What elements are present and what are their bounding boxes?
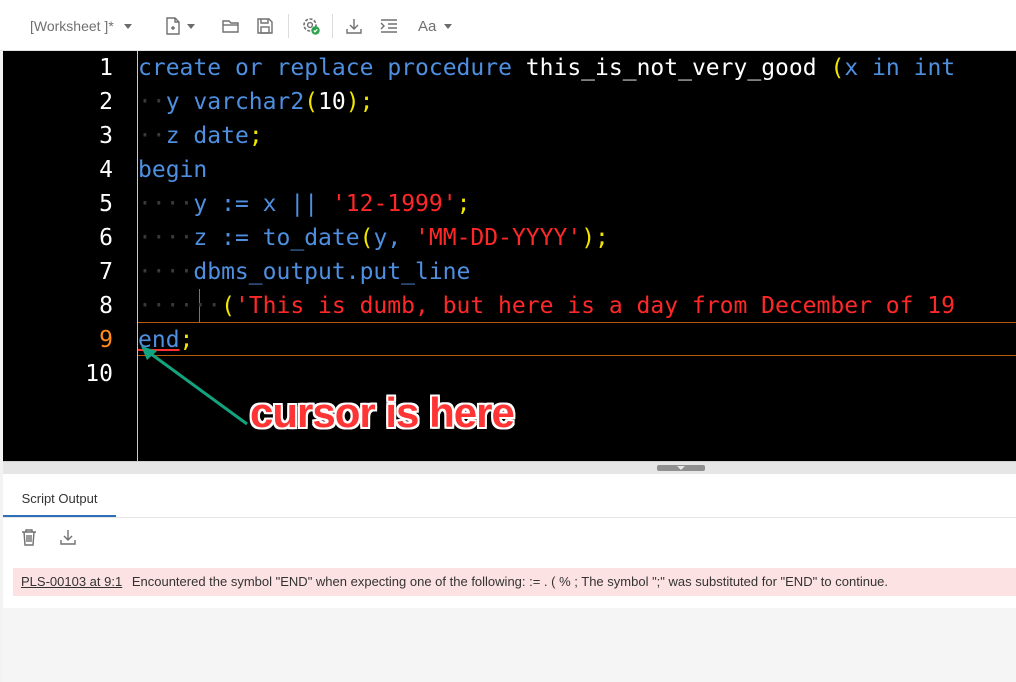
download-icon [346, 19, 362, 34]
save-icon [257, 18, 273, 34]
format-indent-icon [380, 19, 397, 33]
run-settings-button[interactable] [301, 14, 321, 38]
toolbar-divider [288, 14, 289, 38]
line-number: 1 [99, 55, 113, 81]
error-code-link[interactable]: PLS-00103 at 9:1 [21, 574, 122, 589]
output-empty-area [3, 608, 1016, 682]
run-settings-icon [303, 18, 320, 35]
font-case-button[interactable]: Aa [418, 14, 453, 38]
open-folder-icon [222, 20, 239, 33]
trash-icon [22, 529, 36, 546]
code-line-2: ··y varchar2(10); [138, 89, 374, 115]
new-file-button[interactable] [165, 14, 195, 38]
line-number: 4 [99, 157, 113, 183]
line-number-gutter: 1 2 3 4 5 6 7 8 9 10 [3, 51, 113, 461]
new-file-icon [166, 17, 180, 35]
clear-output-button[interactable] [21, 528, 41, 548]
line-number: 10 [85, 361, 113, 387]
line-number: 8 [99, 293, 113, 319]
tab-script-output[interactable]: Script Output [3, 484, 116, 517]
line-number: 3 [99, 123, 113, 149]
chevron-down-icon [187, 23, 195, 29]
code-line-8: ······('This is dumb, but here is a day … [138, 293, 956, 319]
output-toolbar [3, 518, 1016, 558]
splitter-handle[interactable] [657, 465, 705, 471]
worksheet-title: [Worksheet ]* [30, 18, 114, 34]
download-icon [60, 530, 76, 545]
pane-splitter[interactable] [3, 461, 1016, 474]
line-number: 2 [99, 89, 113, 115]
code-editor[interactable]: 1 2 3 4 5 6 7 8 9 10 create or replace p… [3, 51, 1016, 461]
annotation-label: cursor is here [250, 389, 515, 436]
code-line-1: create or replace procedure this_is_not_… [138, 55, 956, 81]
error-message-row: PLS-00103 at 9:1 Encountered the symbol … [13, 568, 1016, 596]
chevron-down-icon [123, 23, 132, 29]
line-number: 6 [99, 225, 113, 251]
error-message-text: Encountered the symbol "END" when expect… [131, 574, 889, 589]
line-number-current: 9 [99, 327, 113, 353]
collapse-arrow-icon [677, 466, 685, 470]
code-line-7: ····dbms_output.put_line [138, 259, 471, 285]
annotation-arrow-icon [141, 346, 248, 426]
font-case-icon: Aa [418, 17, 437, 35]
output-pane: Script Output PLS-00103 at 9:1 Encounter… [3, 474, 1016, 682]
line-number: 7 [99, 259, 113, 285]
open-folder-button[interactable] [222, 14, 240, 38]
save-button[interactable] [257, 14, 273, 38]
toolbar-divider [332, 14, 333, 38]
code-line-4: begin [138, 157, 208, 183]
code-line-3: ··z date; [138, 123, 263, 149]
current-line-highlight [138, 322, 1016, 356]
chevron-down-icon [444, 23, 453, 29]
download-button[interactable] [345, 14, 363, 38]
code-line-6: ····z := to_date(y, 'MM-DD-YYYY'); [138, 225, 609, 251]
format-indent-button[interactable] [380, 14, 398, 38]
code-line-5: ····y := x || '12-1999'; [138, 191, 471, 217]
download-output-button[interactable] [59, 528, 79, 548]
line-number: 5 [99, 191, 113, 217]
worksheet-tab-selector[interactable]: [Worksheet ]* [30, 14, 132, 38]
worksheet-toolbar: [Worksheet ]* Aa [0, 0, 1016, 51]
